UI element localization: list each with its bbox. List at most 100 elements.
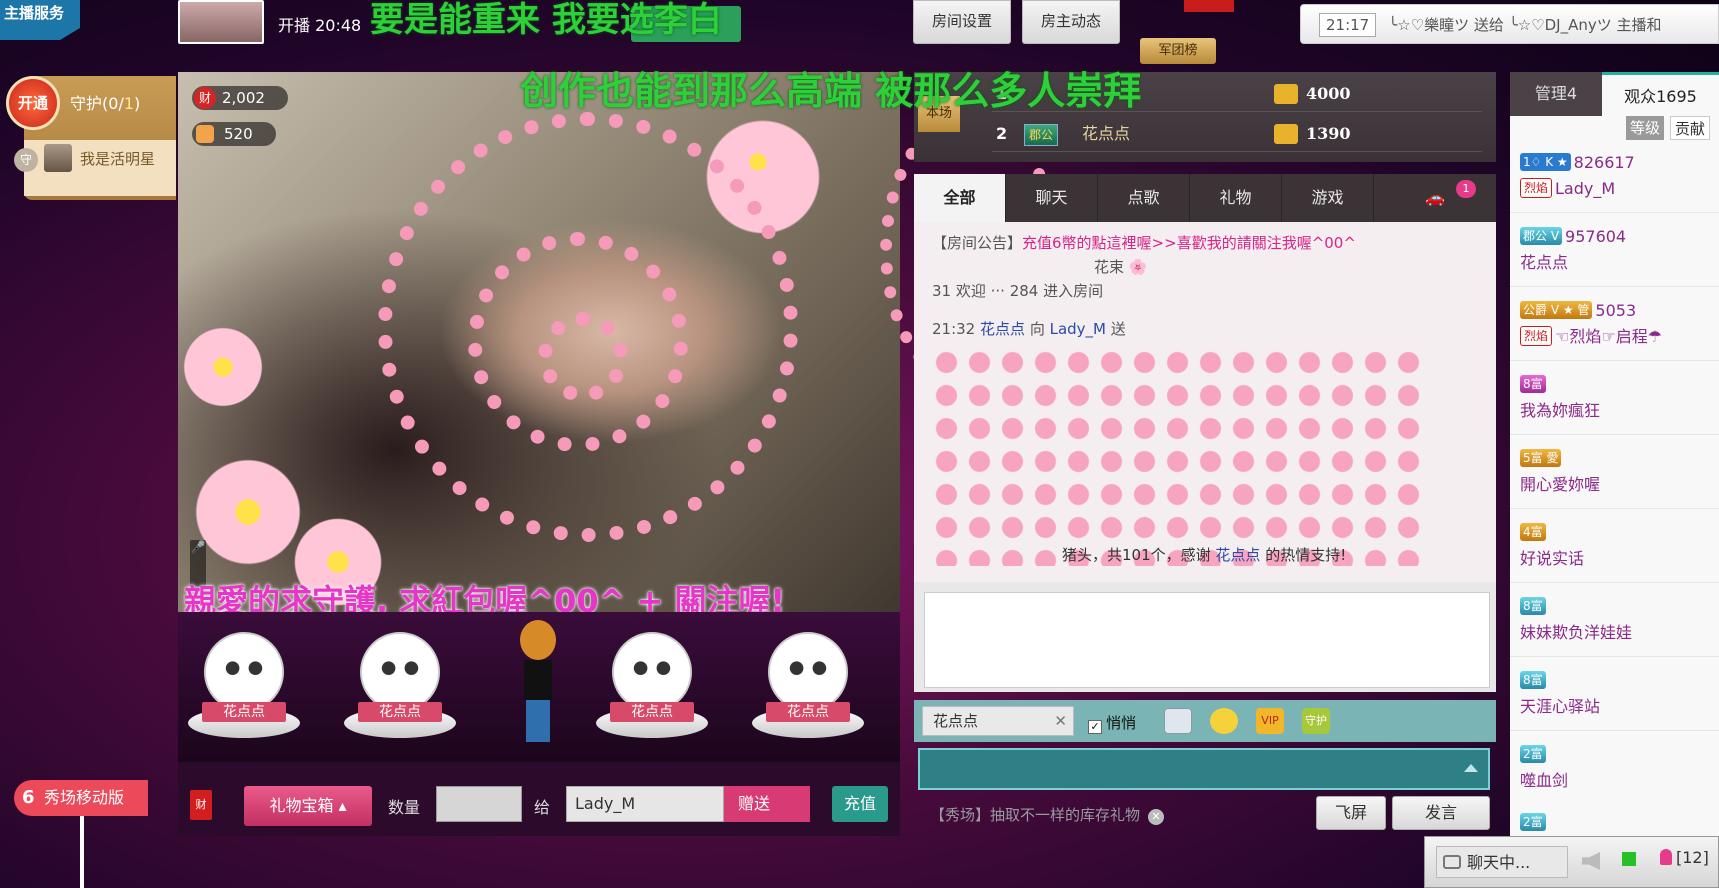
gift-icon bbox=[196, 125, 214, 143]
chatting-button[interactable]: 聊天中... bbox=[1436, 846, 1568, 878]
audience-id: 826617 bbox=[1573, 153, 1635, 172]
lyrics-overlay: 创作也能到那么高端 被那么多人崇拜 bbox=[520, 69, 1142, 113]
ranking-row[interactable]: 2 郡公 花点点 1390 bbox=[992, 116, 1482, 152]
tab-gifts[interactable]: 礼物 bbox=[1190, 174, 1282, 222]
seat-slot[interactable]: 花点点 bbox=[188, 628, 300, 748]
fly-screen-button[interactable]: 飞屏 bbox=[1316, 796, 1386, 830]
send-gift-button[interactable]: 赠送 bbox=[724, 786, 810, 822]
car-icon: 🚗 bbox=[1425, 188, 1445, 207]
seat-label: 花点点 bbox=[358, 702, 442, 722]
tab-room-settings[interactable]: 房间设置 bbox=[913, 0, 1011, 44]
guard-count-prefix: 守护( bbox=[70, 94, 109, 113]
level-badge: 1♢ K ★ bbox=[1520, 153, 1571, 171]
audience-name: 我為妳瘋狂 bbox=[1520, 401, 1601, 420]
open-guard-button[interactable]: 开通 bbox=[6, 76, 60, 130]
audience-item[interactable]: 8富 我為妳瘋狂 bbox=[1520, 372, 1710, 424]
video-stream[interactable] bbox=[178, 72, 900, 612]
audience-item[interactable]: 2富 bbox=[1520, 810, 1710, 836]
divider bbox=[1510, 656, 1719, 657]
ticker-text: ╰☆♡樂瞳ツ 送给 ╰☆♡DJ_Anyツ 主播和 bbox=[1388, 16, 1662, 34]
ticker-time: 21:17 bbox=[1319, 13, 1377, 37]
guard-emote-icon[interactable]: 守护 bbox=[1302, 708, 1330, 734]
tab-managers[interactable]: 管理4 bbox=[1510, 72, 1602, 116]
clear-target-icon[interactable]: ✕ bbox=[1054, 707, 1067, 735]
audience-item[interactable]: 郡公 V 957604 花点点 bbox=[1520, 224, 1710, 276]
gift-box-button[interactable]: 礼物宝箱 ▴ bbox=[244, 786, 372, 826]
announcement-text: 充值6幣的點這裡喔>>喜歡我的請關注我喔^00^ bbox=[1022, 234, 1356, 252]
tab-games[interactable]: 游戏 bbox=[1282, 174, 1374, 222]
online-users[interactable]: [12] bbox=[1660, 848, 1709, 867]
flower-text: 花束 bbox=[1094, 258, 1125, 276]
seat-slot[interactable]: 花点点 bbox=[344, 628, 456, 748]
tab-car[interactable]: 🚗 1 bbox=[1374, 174, 1496, 222]
image-icon[interactable] bbox=[1164, 708, 1192, 734]
avatar-body bbox=[524, 660, 552, 700]
status-online-icon bbox=[1622, 852, 1636, 866]
recipient-select[interactable]: Lady_M bbox=[566, 786, 724, 822]
army-rank-button[interactable]: 军团榜 bbox=[1140, 38, 1216, 64]
tab-song-request[interactable]: 点歌 bbox=[1098, 174, 1190, 222]
audience-item[interactable]: 公爵 V ★ 管 5053 烈焰 ☜烈焰☞启程☂ bbox=[1520, 298, 1710, 350]
audience-id: 5053 bbox=[1595, 301, 1637, 320]
rank-number: 2 bbox=[996, 124, 1008, 143]
seat-slot[interactable]: 花点点 bbox=[752, 628, 864, 748]
audience-item[interactable]: 5富 愛 開心愛妳喔 bbox=[1520, 446, 1710, 498]
expand-icon[interactable] bbox=[1464, 764, 1478, 772]
tab-chat[interactable]: 聊天 bbox=[1006, 174, 1098, 222]
audience-name: 天涯心驿站 bbox=[1520, 697, 1601, 716]
divider bbox=[1510, 730, 1719, 731]
audience-item[interactable]: 8富 妹妹欺负洋娃娃 bbox=[1520, 594, 1710, 646]
gift-to-word: 向 bbox=[1029, 320, 1045, 338]
host-service-button[interactable]: 主播服务 bbox=[0, 0, 80, 40]
gift-stat: 520 bbox=[192, 122, 276, 146]
gift-thanks-suffix: 的热情支持! bbox=[1265, 546, 1347, 564]
chat-tabs: 全部 聊天 点歌 礼物 游戏 🚗 1 bbox=[914, 174, 1496, 222]
level-badge: 8富 bbox=[1520, 375, 1546, 393]
tab-host-news[interactable]: 房主动态 bbox=[1022, 0, 1120, 44]
audience-name: 花点点 bbox=[1520, 253, 1569, 272]
chat-compose-box[interactable] bbox=[924, 592, 1490, 688]
audience-item[interactable]: 4富 好说实话 bbox=[1520, 520, 1710, 572]
chat-target-field[interactable]: 花点点 ✕ bbox=[922, 706, 1074, 736]
message-input[interactable] bbox=[918, 748, 1490, 790]
announcement: 【房间公告】充值6幣的點這裡喔>>喜歡我的請關注我喔^00^ bbox=[932, 232, 1356, 253]
avatar-head bbox=[520, 620, 556, 660]
gift-receiver[interactable]: Lady_M bbox=[1050, 320, 1106, 338]
audience-name: Lady_M bbox=[1555, 179, 1616, 198]
coin-icon bbox=[1274, 84, 1298, 104]
recharge-button[interactable]: 充值 bbox=[832, 786, 888, 822]
audience-item[interactable]: 8富 天涯心驿站 bbox=[1520, 668, 1710, 720]
close-promo-icon[interactable]: ✕ bbox=[1148, 809, 1165, 825]
audience-item[interactable]: 2富 噬血剑 bbox=[1520, 742, 1710, 794]
gift-sender[interactable]: 花点点 bbox=[980, 320, 1025, 338]
guard-member-avatar[interactable] bbox=[44, 144, 72, 172]
vip-icon[interactable]: VIP bbox=[1256, 708, 1284, 734]
audience-name: ☜烈焰☞启程☂ bbox=[1555, 327, 1663, 346]
red-envelope-icon[interactable]: 财 bbox=[190, 790, 212, 820]
promo-text[interactable]: 【秀场】抽取不一样的库存礼物 ✕ bbox=[930, 804, 1165, 825]
audience-id: 957604 bbox=[1565, 227, 1627, 246]
whisper-checkbox[interactable]: ✓ bbox=[1088, 720, 1102, 734]
flag-icon bbox=[1184, 0, 1234, 12]
quantity-input[interactable] bbox=[436, 786, 522, 822]
emoji-icon[interactable] bbox=[1210, 708, 1238, 734]
skull-icon bbox=[768, 632, 848, 712]
mobile-version-button[interactable]: 6 秀场移动版 bbox=[14, 780, 148, 816]
whisper-toggle[interactable]: ✓ 悄悄 bbox=[1088, 712, 1136, 734]
seat-slot[interactable]: 花点点 bbox=[596, 628, 708, 748]
guard-member-name[interactable]: 我是活明星 bbox=[80, 148, 155, 169]
audience-name: 開心愛妳喔 bbox=[1520, 475, 1601, 494]
tab-viewers[interactable]: 观众1695 bbox=[1602, 72, 1719, 116]
online-users-count: [12] bbox=[1676, 848, 1709, 867]
anchor-avatar[interactable] bbox=[178, 0, 264, 44]
car-count-badge: 1 bbox=[1456, 180, 1476, 198]
whisper-label: 悄悄 bbox=[1106, 714, 1137, 732]
gift-thanks-user[interactable]: 花点点 bbox=[1215, 546, 1260, 564]
tab-all[interactable]: 全部 bbox=[914, 174, 1006, 222]
audience-item[interactable]: 1♢ K ★ 826617 烈焰 Lady_M bbox=[1520, 150, 1710, 202]
sort-by-level-button[interactable]: 等级 bbox=[1626, 116, 1665, 140]
speak-button[interactable]: 发言 bbox=[1392, 796, 1490, 830]
divider bbox=[1510, 212, 1719, 213]
guard-count-total: 1 bbox=[123, 94, 135, 113]
sort-by-contribution-button[interactable]: 贡献 bbox=[1670, 116, 1711, 140]
